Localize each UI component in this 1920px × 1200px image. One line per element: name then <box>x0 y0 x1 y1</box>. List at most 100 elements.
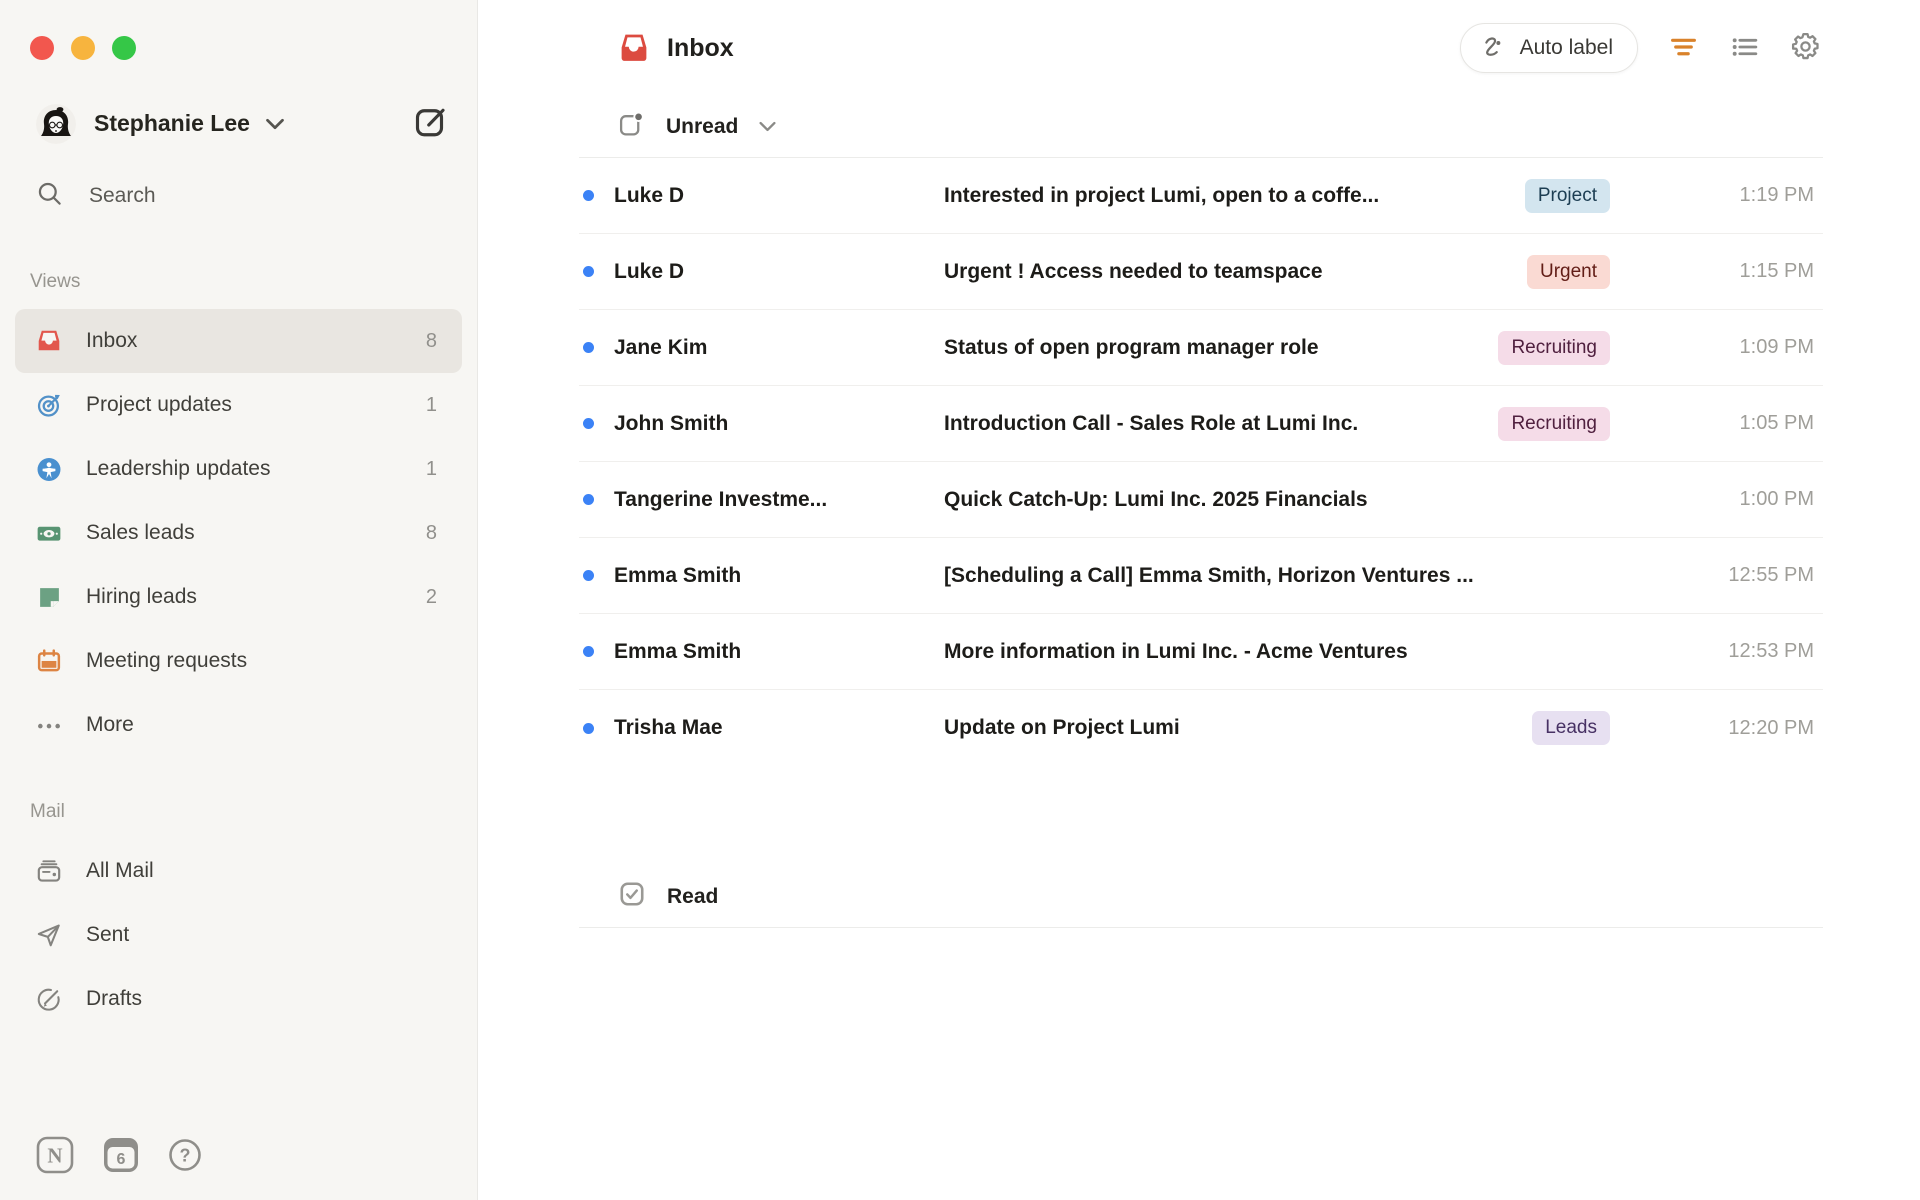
window-controls <box>0 0 477 60</box>
compose-button[interactable] <box>411 102 451 145</box>
account-switcher[interactable]: Stephanie Lee <box>36 102 451 145</box>
calendar-date: 6 <box>117 1151 126 1168</box>
email-row[interactable]: Emma Smith [Scheduling a Call] Emma Smit… <box>579 538 1823 614</box>
email-time: 12:55 PM <box>1728 564 1814 586</box>
unread-dot-icon <box>583 722 594 734</box>
pencil-circle-icon <box>36 986 62 1012</box>
sidebar-item-label: Meeting requests <box>86 649 248 672</box>
sidebar-item-meeting-requests[interactable]: Meeting requests <box>15 629 462 693</box>
email-time: 1:19 PM <box>1739 184 1814 206</box>
page-title: Inbox <box>667 33 734 62</box>
sidebar-footer: N 6 ? <box>0 1136 477 1200</box>
email-row[interactable]: Emma Smith More information in Lumi Inc.… <box>579 614 1823 690</box>
views-section-label: Views <box>30 271 81 292</box>
email-time: 1:00 PM <box>1739 488 1814 510</box>
email-subject: Urgent ! Access needed to teamspace <box>944 259 1323 283</box>
sidebar-item-label: Sent <box>86 923 130 946</box>
sidebar-item-label: More <box>86 713 134 736</box>
unread-dot-icon <box>583 494 594 505</box>
email-subject: More information in Lumi Inc. - Acme Ven… <box>944 639 1408 663</box>
sidebar-item-label: Leadership updates <box>86 457 271 480</box>
sidebar-item-sent[interactable]: Sent <box>15 903 462 967</box>
sidebar-item-count: 2 <box>425 585 437 608</box>
email-sender: Emma Smith <box>614 639 742 663</box>
email-time: 12:20 PM <box>1728 716 1814 739</box>
email-time: 1:09 PM <box>1739 336 1814 358</box>
notion-logo-n: N <box>47 1144 62 1168</box>
mail-section-label: Mail <box>30 801 65 822</box>
money-icon <box>36 520 62 546</box>
close-window-button[interactable] <box>30 36 54 60</box>
inbox-icon <box>36 328 62 354</box>
unread-dot-icon <box>583 570 594 581</box>
email-sender: Jane Kim <box>614 335 708 359</box>
read-group-header[interactable]: Read <box>579 866 1823 928</box>
email-sender: Trisha Mae <box>614 716 723 739</box>
email-row[interactable]: Luke D Interested in project Lumi, open … <box>579 158 1823 234</box>
mail-tray-icon <box>36 858 62 884</box>
sidebar-item-more[interactable]: More <box>15 693 462 757</box>
unread-group-header[interactable]: Unread <box>579 96 1823 158</box>
help-question-mark: ? <box>180 1146 191 1166</box>
sidebar-item-all-mail[interactable]: All Mail <box>15 839 462 903</box>
notion-app-button[interactable]: N <box>36 1136 74 1174</box>
main-panel: Inbox Auto label Unread Luke D Intereste… <box>478 0 1920 1200</box>
email-row[interactable]: Jane Kim Status of open program manager … <box>579 310 1823 386</box>
sidebar-item-label: Sales leads <box>86 521 195 544</box>
inbox-icon <box>618 32 650 64</box>
sidebar-item-leadership-updates[interactable]: Leadership updates 1 <box>15 437 462 501</box>
email-subject: Quick Catch-Up: Lumi Inc. 2025 Financial… <box>944 487 1368 511</box>
auto-label-button[interactable]: Auto label <box>1459 23 1638 73</box>
email-subject: Introduction Call - Sales Role at Lumi I… <box>944 411 1359 435</box>
ellipsis-icon <box>36 712 62 738</box>
unread-dot-icon <box>583 418 594 429</box>
sidebar-item-label: All Mail <box>86 859 154 882</box>
sidebar-item-count: 1 <box>425 393 437 416</box>
filter-button[interactable] <box>1668 31 1699 65</box>
email-row[interactable]: John Smith Introduction Call - Sales Rol… <box>579 386 1823 462</box>
label-badge: Recruiting <box>1498 406 1610 441</box>
email-sender: Luke D <box>614 183 685 207</box>
views-list: Inbox 8 Project updates 1 Leadership upd… <box>0 309 477 757</box>
sidebar-item-count: 8 <box>425 521 437 544</box>
email-row[interactable]: Luke D Urgent ! Access needed to teamspa… <box>579 234 1823 310</box>
label-badge: Recruiting <box>1498 330 1610 365</box>
zoom-window-button[interactable] <box>112 36 136 60</box>
email-sender: Emma Smith <box>614 563 742 587</box>
compose-icon <box>413 104 449 143</box>
unread-dot-icon <box>583 190 594 201</box>
sidebar-item-sales-leads[interactable]: Sales leads 8 <box>15 501 462 565</box>
search-icon <box>36 180 63 212</box>
read-group-label: Read <box>667 884 719 908</box>
calendar-app-button[interactable]: 6 <box>102 1136 140 1174</box>
email-row[interactable]: Tangerine Investme... Quick Catch-Up: Lu… <box>579 462 1823 538</box>
list-view-icon <box>1729 31 1760 65</box>
unread-dot-icon <box>583 266 594 277</box>
email-subject: Update on Project Lumi <box>944 716 1180 739</box>
minimize-window-button[interactable] <box>71 36 95 60</box>
person-circle-icon <box>36 456 62 482</box>
unread-email-list: Luke D Interested in project Lumi, open … <box>579 158 1823 766</box>
user-name: Stephanie Lee <box>94 110 250 136</box>
sidebar-item-hiring-leads[interactable]: Hiring leads 2 <box>15 565 462 629</box>
email-subject: [Scheduling a Call] Emma Smith, Horizon … <box>944 563 1474 587</box>
label-badge: Project <box>1524 178 1610 213</box>
email-row[interactable]: Trisha Mae Update on Project Lumi Leads … <box>579 690 1823 766</box>
sidebar-item-inbox[interactable]: Inbox 8 <box>15 309 462 373</box>
list-view-button[interactable] <box>1729 31 1760 65</box>
main-header: Inbox Auto label <box>478 0 1920 96</box>
calendar-icon <box>36 648 62 674</box>
sidebar: Stephanie Lee Search Views Inbox 8 Proje… <box>0 0 478 1200</box>
chevron-down-icon <box>266 118 284 130</box>
target-icon <box>36 392 62 418</box>
sidebar-item-project-updates[interactable]: Project updates 1 <box>15 373 462 437</box>
email-sender: Tangerine Investme... <box>614 487 828 511</box>
search-button[interactable]: Search <box>15 171 462 221</box>
sidebar-item-drafts[interactable]: Drafts <box>15 967 462 1031</box>
mail-app-window: Stephanie Lee Search Views Inbox 8 Proje… <box>0 0 1920 1200</box>
email-list-container: Unread Luke D Interested in project Lumi… <box>579 96 1823 928</box>
help-button[interactable]: ? <box>168 1138 202 1172</box>
avatar <box>36 103 76 144</box>
settings-button[interactable] <box>1790 31 1821 65</box>
unread-group-label: Unread <box>666 114 739 138</box>
